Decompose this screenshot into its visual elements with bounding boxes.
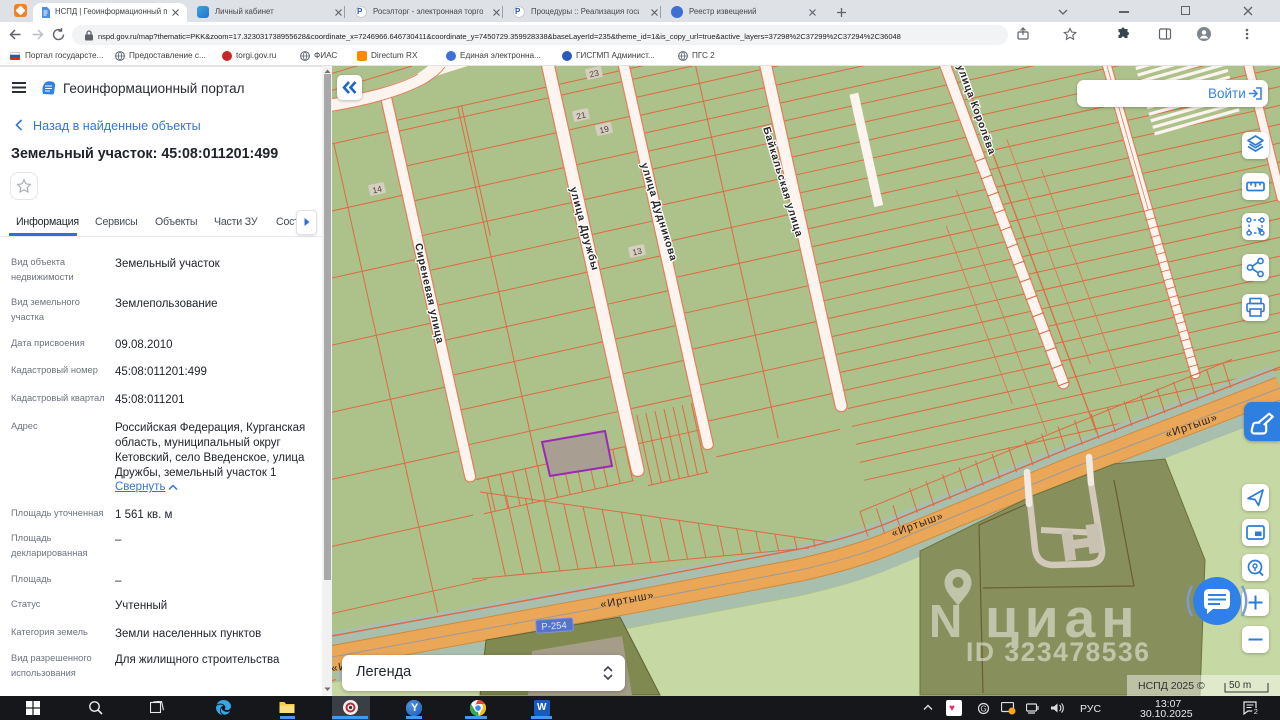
svg-text:ID 323478536: ID 323478536 <box>966 637 1151 667</box>
svg-text:50 m: 50 m <box>1229 680 1251 691</box>
svg-text:НСПД 2025 ©: НСПД 2025 © <box>1138 680 1205 692</box>
svg-text:Р-254: Р-254 <box>541 620 567 633</box>
svg-text:N: N <box>929 595 962 647</box>
svg-text:G: G <box>981 705 987 714</box>
svg-text:2: 2 <box>1254 707 1258 715</box>
